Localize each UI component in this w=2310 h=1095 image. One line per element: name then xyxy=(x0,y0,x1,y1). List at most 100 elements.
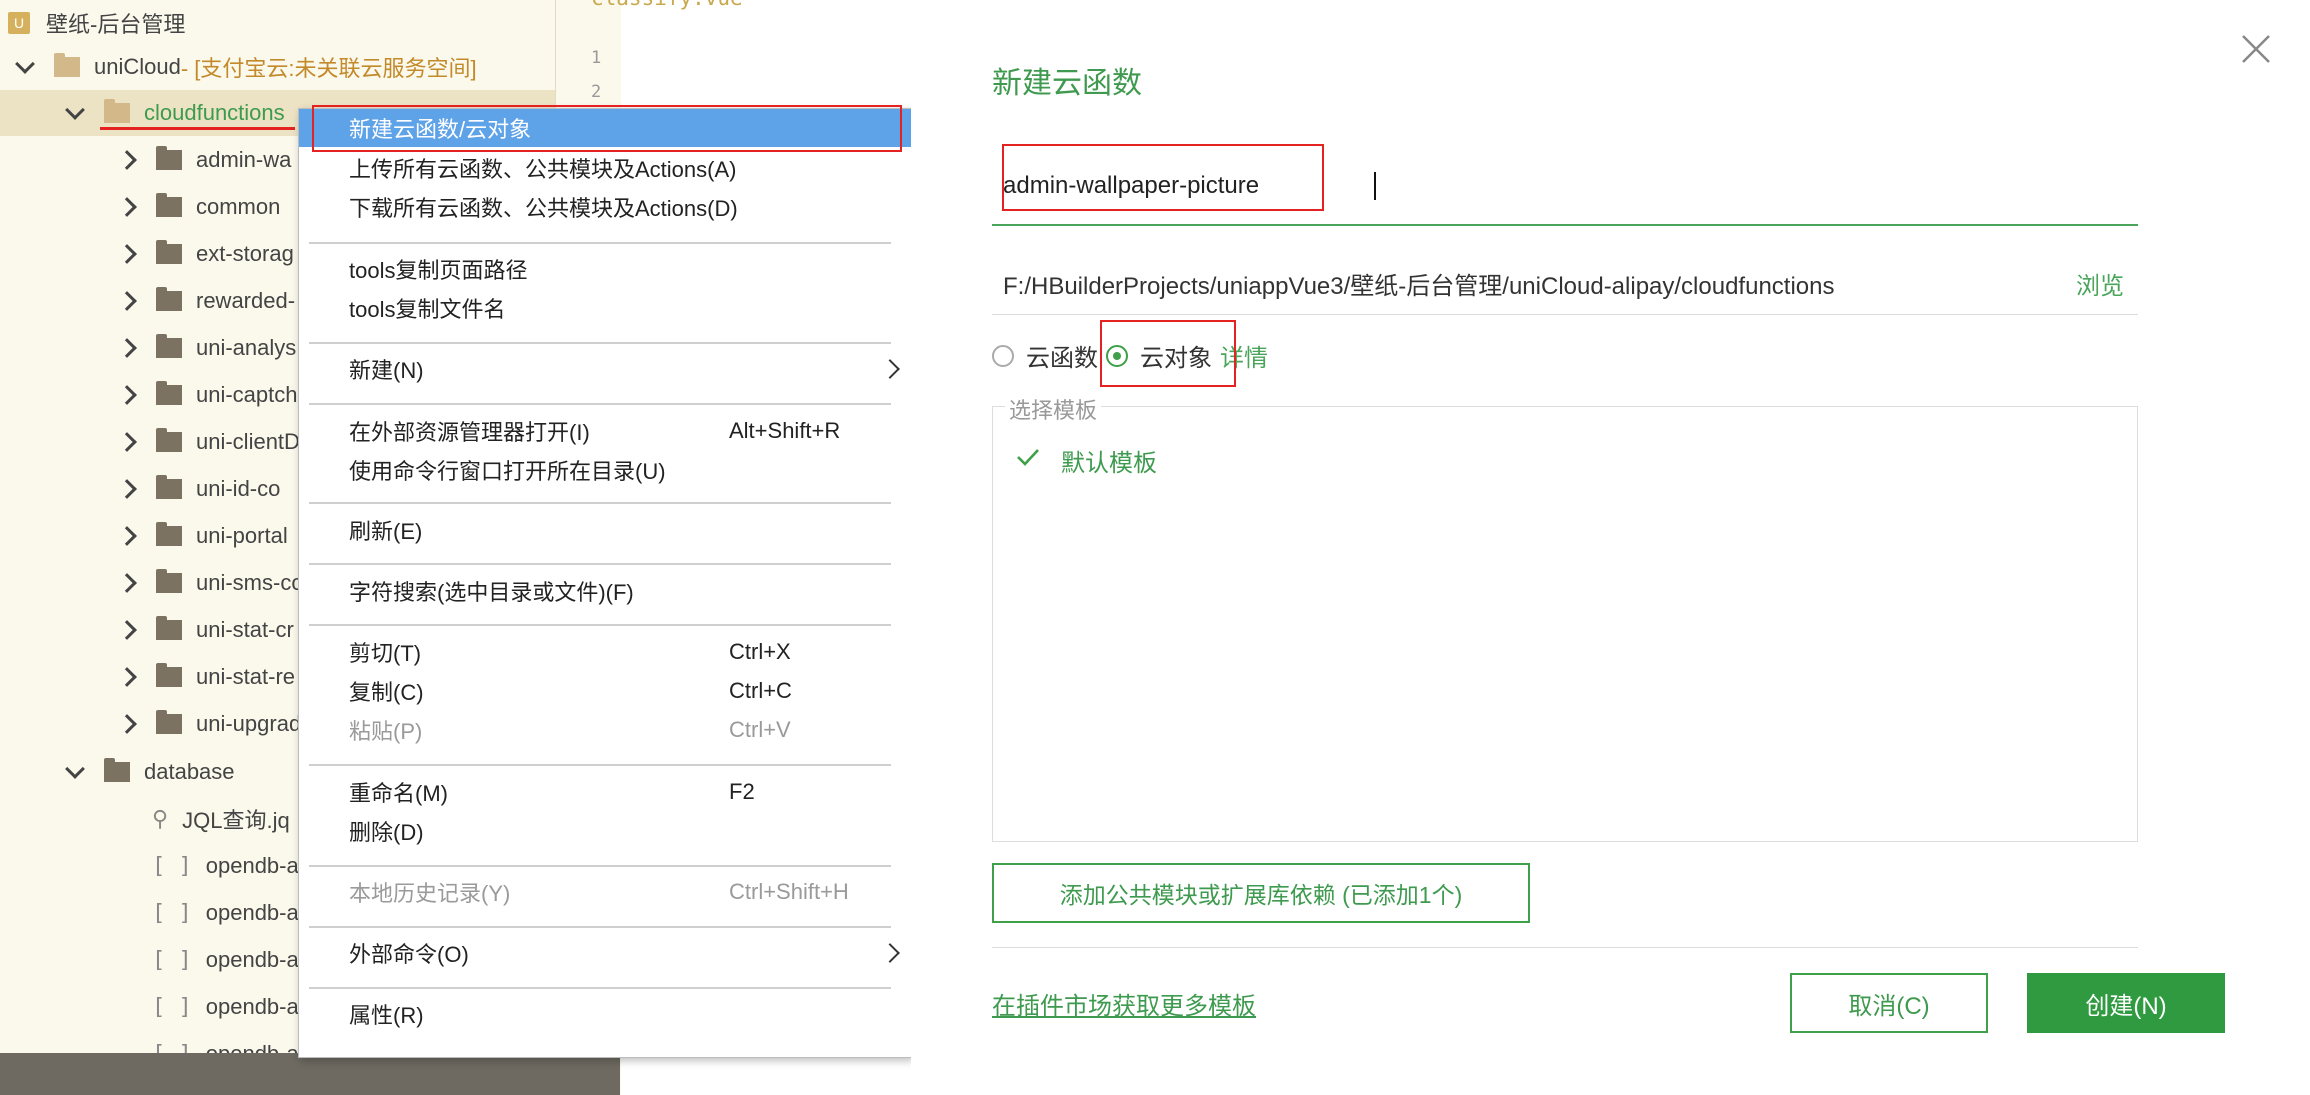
chevron-right-icon[interactable] xyxy=(117,244,137,264)
tree-function-row[interactable]: uni-portal xyxy=(117,513,288,559)
menu-item-label: 删除(D) xyxy=(349,820,424,845)
chevron-right-icon[interactable] xyxy=(117,620,137,640)
menu-item-label: 复制(C) xyxy=(349,680,424,705)
menu-separator xyxy=(309,865,891,867)
close-icon[interactable] xyxy=(2239,32,2273,66)
menu-item[interactable]: 删除(D) xyxy=(299,812,911,850)
menu-separator xyxy=(309,502,891,504)
cancel-button[interactable]: 取消(C) xyxy=(1790,973,1988,1033)
menu-item-shortcut: Ctrl+X xyxy=(729,639,791,664)
function-name: rewarded- xyxy=(196,288,296,313)
menu-item[interactable]: 粘贴(P) Ctrl+V xyxy=(299,711,911,749)
menu-item-label: 上传所有云函数、公共模块及Actions(A) xyxy=(349,157,737,182)
json-bracket-icon: [ ] xyxy=(152,900,192,926)
database-label: database xyxy=(144,759,235,784)
tree-db-row[interactable]: [ ] opendb-ac xyxy=(152,937,310,983)
chevron-right-icon[interactable] xyxy=(117,667,137,687)
browse-link[interactable]: 浏览 xyxy=(2076,266,2124,301)
menu-item[interactable]: 刷新(E) xyxy=(299,511,911,549)
menu-item[interactable]: 字符搜索(选中目录或文件)(F) xyxy=(299,572,911,610)
tree-function-row[interactable]: common xyxy=(117,184,280,230)
radio-cloud-function[interactable] xyxy=(992,344,1014,367)
menu-item[interactable]: 使用命令行窗口打开所在目录(U) xyxy=(299,451,911,489)
chevron-right-icon xyxy=(880,943,900,963)
tree-db-row[interactable]: [ ] opendb-ap xyxy=(152,984,311,1030)
tree-function-row[interactable]: uni-id-co xyxy=(117,466,281,512)
function-name: admin-wa xyxy=(196,147,292,172)
tree-project-row[interactable]: U 壁纸-后台管理 xyxy=(8,0,185,46)
chevron-right-icon[interactable] xyxy=(117,714,137,734)
tree-db-row[interactable]: ⚲ JQL查询.jq xyxy=(152,796,290,842)
folder-open-icon xyxy=(104,99,130,123)
tree-db-row[interactable]: [ ] opendb-ac xyxy=(152,843,310,889)
menu-item[interactable]: 重命名(M) F2 xyxy=(299,773,911,811)
menu-item[interactable]: 新建(N) xyxy=(299,350,911,388)
tree-db-row[interactable]: [ ] opendb-ac xyxy=(152,890,310,936)
tree-unicloud-row[interactable]: uniCloud - [支付宝云:未关联云服务空间] xyxy=(15,44,477,90)
folder-icon xyxy=(104,758,130,782)
chevron-right-icon[interactable] xyxy=(117,526,137,546)
tree-function-row[interactable]: uni-sms-co xyxy=(117,560,304,606)
line-number: 2 xyxy=(591,82,602,102)
context-menu: 新建云函数/云对象 上传所有云函数、公共模块及Actions(A) 下载所有云函数、… xyxy=(298,105,912,1058)
menu-item-label: 本地历史记录(Y) xyxy=(349,881,511,906)
template-default-item[interactable]: 默认模板 xyxy=(1015,443,1157,478)
tree-function-row[interactable]: uni-analys xyxy=(117,325,297,371)
create-button[interactable]: 创建(N) xyxy=(2027,973,2225,1033)
function-name: uni-stat-cr xyxy=(196,617,294,642)
project-icon: U xyxy=(8,12,30,34)
chevron-right-icon[interactable] xyxy=(117,338,137,358)
tree-function-row[interactable]: ext-storag xyxy=(117,231,294,277)
folder-icon xyxy=(156,522,182,546)
menu-item[interactable]: tools复制文件名 xyxy=(299,289,911,327)
chevron-down-icon[interactable] xyxy=(15,54,35,74)
folder-icon xyxy=(156,287,182,311)
function-name: uni-id-co xyxy=(196,476,281,501)
folder-icon xyxy=(156,616,182,640)
function-name: uni-captch xyxy=(196,382,298,407)
menu-item[interactable]: tools复制页面路径 xyxy=(299,250,911,288)
menu-item[interactable]: 上传所有云函数、公共模块及Actions(A) xyxy=(299,149,911,187)
tree-function-row[interactable]: uni-stat-cr xyxy=(117,607,294,653)
unicloud-note: - [支付宝云:未关联云服务空间] xyxy=(180,56,477,81)
json-bracket-icon: [ ] xyxy=(152,994,192,1020)
chevron-right-icon[interactable] xyxy=(117,197,137,217)
menu-separator xyxy=(309,624,891,626)
folder-icon xyxy=(156,146,182,170)
menu-item[interactable]: 在外部资源管理器打开(I) Alt+Shift+R xyxy=(299,412,911,450)
folder-open-icon xyxy=(54,53,80,77)
tree-function-row[interactable]: rewarded- xyxy=(117,278,296,324)
add-dependencies-button[interactable]: 添加公共模块或扩展库依赖 (已添加1个) xyxy=(992,863,1530,923)
menu-item[interactable]: 属性(R) xyxy=(299,995,911,1033)
text-cursor xyxy=(1374,172,1376,200)
chevron-down-icon[interactable] xyxy=(65,759,85,779)
tree-function-row[interactable]: admin-wa xyxy=(117,137,292,183)
chevron-down-icon[interactable] xyxy=(65,100,85,120)
chevron-right-icon[interactable] xyxy=(117,479,137,499)
menu-item[interactable]: 本地历史记录(Y) Ctrl+Shift+H xyxy=(299,873,911,911)
tree-function-row[interactable]: uni-upgrad xyxy=(117,701,301,747)
chevron-right-icon[interactable] xyxy=(117,150,137,170)
tree-function-row[interactable]: uni-clientD xyxy=(117,419,300,465)
chevron-right-icon[interactable] xyxy=(117,385,137,405)
tree-function-row[interactable]: uni-stat-re xyxy=(117,654,295,700)
new-cloud-function-dialog: 新建云函数 admin-wallpaper-picture F:/HBuilde… xyxy=(911,0,2310,1095)
chevron-right-icon[interactable] xyxy=(117,291,137,311)
tree-function-row[interactable]: uni-captch xyxy=(117,372,298,418)
menu-item[interactable]: 下载所有云函数、公共模块及Actions(D) xyxy=(299,188,911,226)
menu-separator xyxy=(309,926,891,928)
menu-separator xyxy=(309,242,891,244)
tree-database-row[interactable]: database xyxy=(65,749,235,795)
chevron-right-icon xyxy=(880,359,900,379)
menu-item-label: 粘贴(P) xyxy=(349,719,423,744)
radio-cloud-function-label: 云函数 xyxy=(1026,345,1098,372)
menu-item[interactable]: 外部命令(O) xyxy=(299,934,911,972)
chevron-right-icon[interactable] xyxy=(117,573,137,593)
function-name: uni-analys xyxy=(196,335,297,360)
menu-item[interactable]: 复制(C) Ctrl+C xyxy=(299,672,911,710)
more-templates-link[interactable]: 在插件市场获取更多模板 xyxy=(992,986,1256,1021)
menu-item[interactable]: 剪切(T) Ctrl+X xyxy=(299,633,911,671)
jql-file-icon: ⚲ xyxy=(152,806,169,832)
red-box-annotation xyxy=(312,105,902,152)
chevron-right-icon[interactable] xyxy=(117,432,137,452)
